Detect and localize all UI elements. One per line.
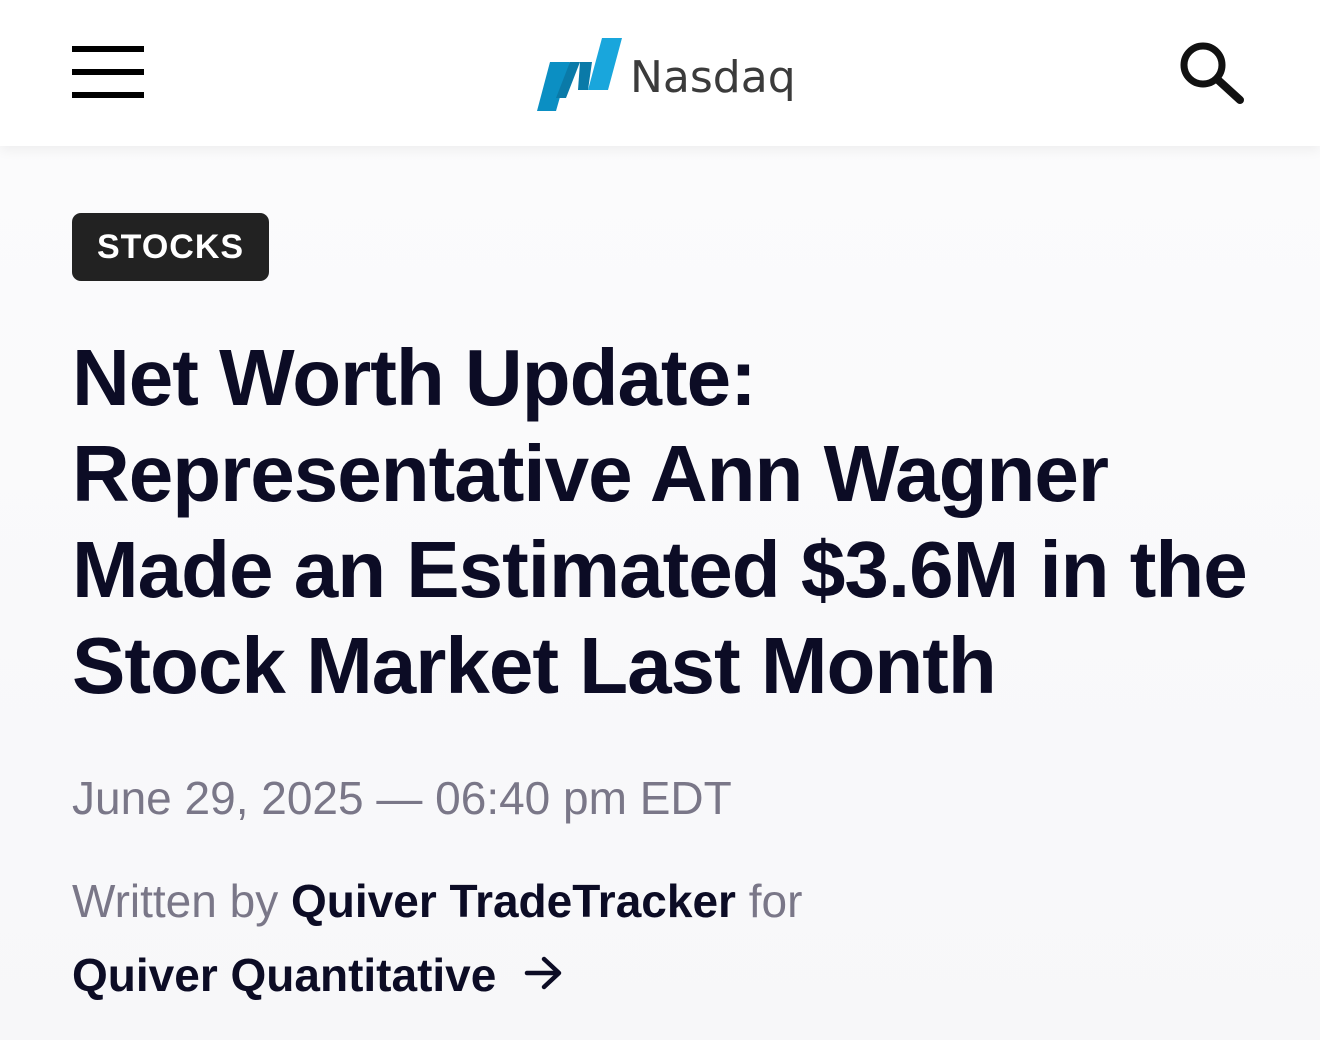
hamburger-menu-icon[interactable] <box>72 46 144 98</box>
arrow-right-icon[interactable] <box>524 938 564 1012</box>
byline-author-link[interactable]: Quiver TradeTracker <box>291 875 736 927</box>
byline-source-link[interactable]: Quiver Quantitative <box>72 949 496 1001</box>
nasdaq-logo-mark <box>537 38 622 111</box>
article-byline: Written by Quiver TradeTracker for Quive… <box>72 864 1252 1016</box>
site-header: Nasdaq <box>0 0 1320 146</box>
nasdaq-logo[interactable]: Nasdaq <box>536 38 796 112</box>
article-dateline: June 29, 2025 — 06:40 pm EDT <box>72 772 732 824</box>
search-icon[interactable] <box>1178 40 1246 104</box>
article-headline: Net Worth Update: Representative Ann Wag… <box>72 333 1248 710</box>
nasdaq-logo-text: Nasdaq <box>630 51 796 103</box>
byline-prefix: Written by <box>72 875 279 927</box>
category-badge[interactable]: STOCKS <box>72 213 270 281</box>
byline-connector: for <box>748 875 803 927</box>
